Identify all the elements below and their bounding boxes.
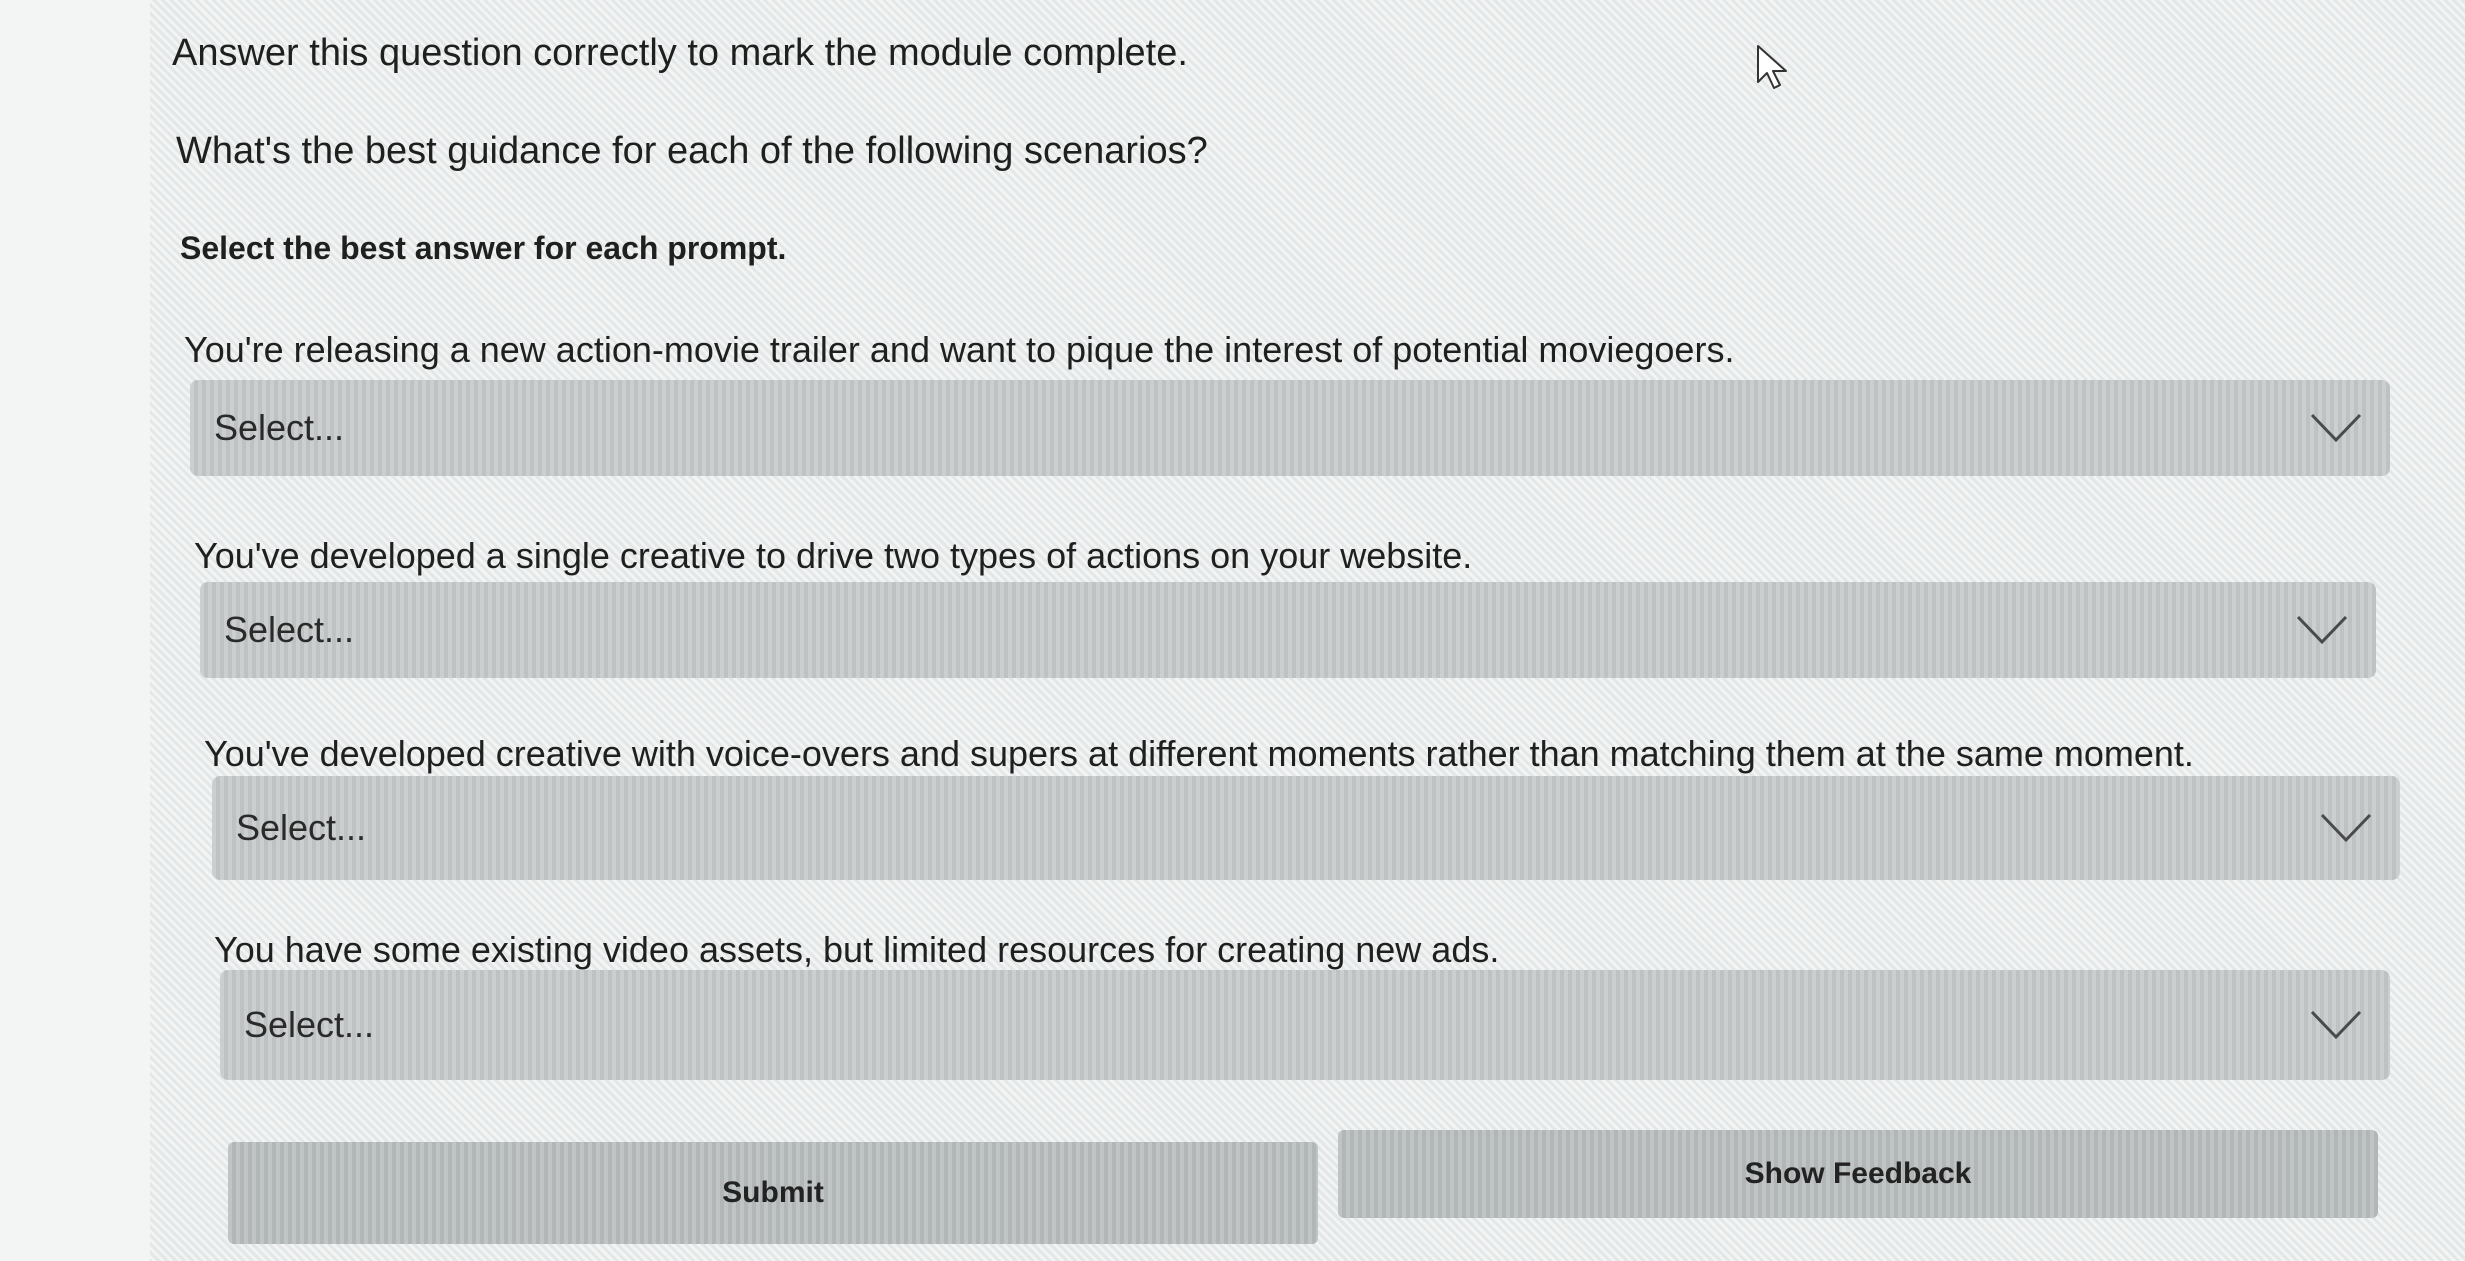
select-value: Select... <box>244 1004 375 1045</box>
submit-button[interactable]: Submit <box>228 1142 1318 1244</box>
select-value: Select... <box>224 609 355 650</box>
prompt-4-select[interactable]: Select... <box>220 970 2390 1080</box>
prompt-2-text: You've developed a single creative to dr… <box>194 535 1473 576</box>
chevron-down-icon <box>2320 813 2372 843</box>
module-intro: Answer this question correctly to mark t… <box>172 32 1188 74</box>
page: Answer this question correctly to mark t… <box>0 0 2465 1261</box>
chevron-down-icon <box>2296 615 2348 645</box>
prompt-3-select[interactable]: Select... <box>212 776 2400 880</box>
select-value: Select... <box>214 407 345 448</box>
chevron-down-icon <box>2310 1010 2362 1040</box>
mouse-cursor-icon <box>1757 45 1787 89</box>
chevron-down-icon <box>2310 413 2362 443</box>
prompt-4-text: You have some existing video assets, but… <box>214 929 1500 970</box>
prompt-1-text: You're releasing a new action-movie trai… <box>184 329 1735 370</box>
prompt-3-text: You've developed creative with voice-ove… <box>204 733 2194 774</box>
select-value: Select... <box>236 807 367 848</box>
left-margin <box>0 0 150 1261</box>
prompt-2-select[interactable]: Select... <box>200 582 2376 678</box>
instruction-text: Select the best answer for each prompt. <box>180 230 787 266</box>
question-title: What's the best guidance for each of the… <box>176 130 1208 172</box>
show-feedback-button[interactable]: Show Feedback <box>1338 1130 2378 1218</box>
prompt-1-select[interactable]: Select... <box>190 380 2390 476</box>
